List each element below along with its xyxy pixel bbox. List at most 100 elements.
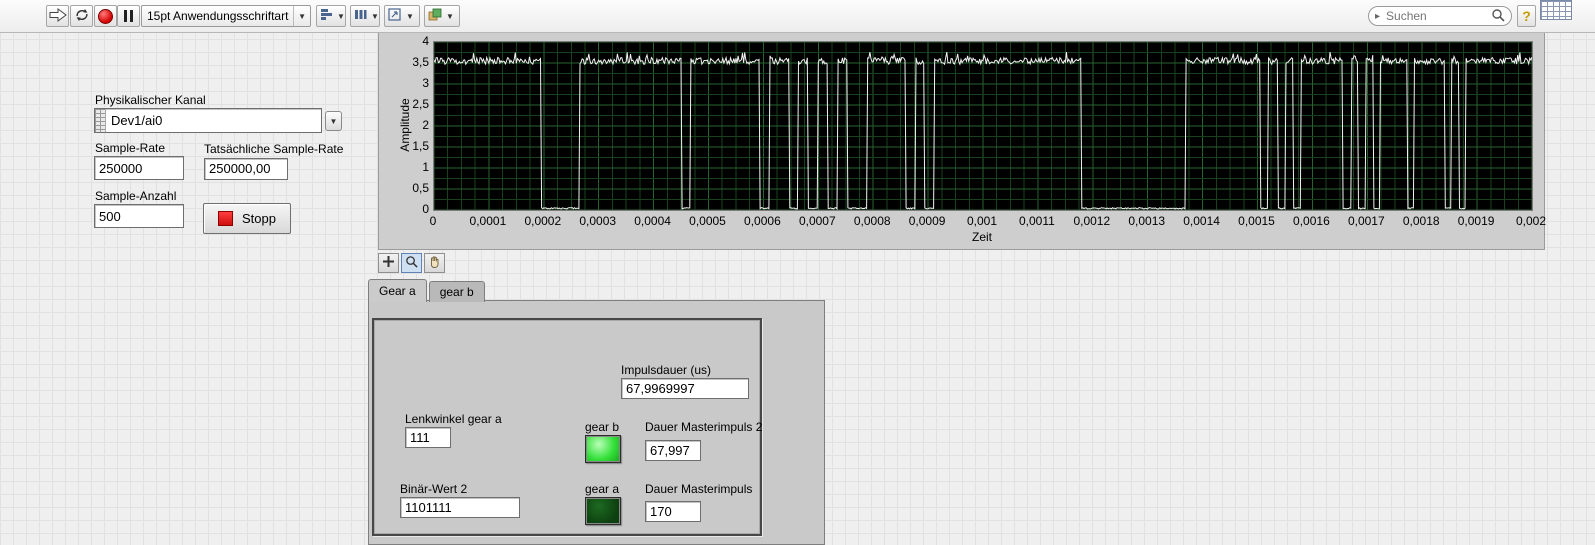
x-tick-label: 0,0016 <box>1293 214 1330 228</box>
reorder-objects-icon <box>428 8 442 24</box>
pan-hand-tool-button[interactable] <box>424 253 445 273</box>
alignment-grid-icon[interactable] <box>1540 0 1572 20</box>
pause-button[interactable] <box>117 5 140 27</box>
physical-channel-input[interactable] <box>94 108 322 133</box>
chevron-down-icon: ▼ <box>371 11 379 21</box>
physical-channel-combo <box>94 108 322 133</box>
labview-front-panel: 15pt Anwendungsschriftart ▼ ▼ ▼ ▼ ▼ ▸ Su… <box>0 0 1595 545</box>
physical-channel-dropdown-button[interactable]: ▼ <box>325 111 342 131</box>
sample-count-label: Sample-Anzahl <box>95 189 177 203</box>
x-tick-label: 0,0004 <box>634 214 671 228</box>
y-tick-label: 3 <box>422 76 429 90</box>
resize-objects-icon <box>388 8 402 24</box>
run-arrow-icon <box>49 7 67 25</box>
x-tick-label: 0,0007 <box>798 214 836 228</box>
x-tick-label: 0,001 <box>966 214 998 228</box>
y-tick-label: 0,5 <box>412 181 429 195</box>
actual-sample-rate-indicator: 250000,00 <box>204 158 288 180</box>
abort-button[interactable] <box>94 5 117 27</box>
search-input[interactable] <box>1384 8 1487 24</box>
reorder-objects-dropdown[interactable]: ▼ <box>424 5 460 27</box>
x-tick-label: 0 <box>429 214 437 228</box>
search-icon[interactable] <box>1491 8 1505 25</box>
x-tick-label: 0,0015 <box>1238 214 1275 228</box>
tab-gear-b[interactable]: gear b <box>428 281 485 302</box>
stop-button-label: Stopp <box>242 211 276 226</box>
zoom-tool-button[interactable] <box>401 253 422 273</box>
run-continuously-button[interactable] <box>70 5 93 27</box>
hand-icon <box>429 255 441 271</box>
chevron-down-icon: ▼ <box>337 11 345 21</box>
search-box: ▸ <box>1368 6 1512 26</box>
y-tick-label: 1 <box>422 160 429 174</box>
gear-a-led-label: gear a <box>585 482 620 496</box>
waveform-graph: Amplitude 0 0,5 1 1,5 2 2,5 3 3,5 4 0 0,0001 0,000… <box>378 26 1546 250</box>
lenkwinkel-gear-a-label: Lenkwinkel gear a <box>405 412 502 426</box>
y-tick-label: 4 <box>422 34 429 48</box>
tab-strip: Gear a gear b <box>368 279 487 302</box>
actual-sample-rate-label: Tatsächliche Sample-Rate <box>204 142 344 156</box>
chevron-down-icon: ▼ <box>293 6 310 26</box>
align-objects-dropdown[interactable]: ▼ <box>316 5 346 27</box>
graph-palette <box>378 253 445 273</box>
tab-page-gear-a: Impulsdauer (us) 67,9969997 Lenkwinkel g… <box>368 300 825 545</box>
align-objects-icon <box>320 8 333 24</box>
tab-gear-a[interactable]: Gear a <box>368 279 427 302</box>
dauer-masterimpuls-2-indicator: 67,997 <box>645 440 701 461</box>
x-tick-label: 0,0002 <box>524 214 562 228</box>
waveform-trace <box>434 42 1532 210</box>
y-tick-label: 1,5 <box>412 139 429 153</box>
x-tick-label: 0,0011 <box>1018 214 1055 228</box>
io-channel-icon <box>95 109 106 132</box>
physical-channel-label: Physikalischer Kanal <box>95 93 206 107</box>
x-tick-label: 0,0018 <box>1402 214 1440 228</box>
cursor-move-tool-button[interactable] <box>378 253 399 273</box>
x-tick-label: 0,0013 <box>1128 214 1166 228</box>
y-tick-label: 2 <box>422 118 429 132</box>
toolbar: 15pt Anwendungsschriftart ▼ ▼ ▼ ▼ ▼ ▸ Su… <box>0 0 1595 33</box>
x-tick-label: 0,0014 <box>1183 214 1220 228</box>
impulsdauer-label: Impulsdauer (us) <box>621 363 712 377</box>
chevron-down-icon: ▼ <box>329 116 338 126</box>
binaer-wert-2-indicator: 1101111 <box>400 497 520 518</box>
lenkwinkel-gear-a-indicator: 111 <box>405 427 451 448</box>
sample-rate-label: Sample-Rate <box>95 141 166 155</box>
y-tick-label: 3,5 <box>412 55 429 69</box>
search-history-icon: ▸ <box>1375 10 1381 22</box>
x-tick-label: 0,0008 <box>853 214 891 228</box>
chevron-down-icon: ▼ <box>446 11 454 21</box>
x-axis-label: Zeit <box>971 230 993 244</box>
y-tick-label: 0 <box>422 202 429 216</box>
help-button[interactable]: ? <box>1517 5 1536 27</box>
x-tick-label: 0,0012 <box>1073 214 1111 228</box>
gear-b-led-label: gear b <box>585 420 620 434</box>
dauer-masterimpuls-2-label: Dauer Masterimpuls 2 <box>645 420 763 434</box>
x-tick-label: 0,0019 <box>1457 214 1495 228</box>
font-selector[interactable]: 15pt Anwendungsschriftart ▼ <box>141 5 311 27</box>
tab-gear-b-label: gear b <box>439 285 474 299</box>
font-selector-value: 15pt Anwendungsschriftart <box>147 9 289 23</box>
stop-square-icon <box>218 211 233 226</box>
pause-icon <box>124 10 133 22</box>
gear-a-led <box>585 497 621 525</box>
plot-area[interactable] <box>433 41 1533 211</box>
distribute-objects-dropdown[interactable]: ▼ <box>350 5 380 27</box>
tab-gear-a-label: Gear a <box>379 284 416 298</box>
sample-rate-input[interactable] <box>94 156 184 180</box>
help-question-icon: ? <box>1522 8 1531 24</box>
chevron-down-icon: ▼ <box>406 11 414 21</box>
x-axis-ticks: 0 0,0001 0,0002 0,0003 0,0004 0,0005 0,0006 0,0… <box>429 214 1546 229</box>
x-tick-label: 0,0003 <box>579 214 617 228</box>
dauer-masterimpuls-indicator: 170 <box>645 501 701 522</box>
resize-objects-dropdown[interactable]: ▼ <box>384 5 420 27</box>
x-tick-label: 0,002 <box>1515 214 1547 228</box>
binaer-wert-2-label: Binär-Wert 2 <box>400 482 468 496</box>
run-button[interactable] <box>46 5 69 27</box>
y-axis-ticks: 0 0,5 1 1,5 2 2,5 3 3,5 4 <box>395 34 429 216</box>
impulsdauer-indicator: 67,9969997 <box>621 378 749 399</box>
dauer-masterimpuls-label: Dauer Masterimpuls <box>645 482 753 496</box>
stop-button[interactable]: Stopp <box>203 203 291 234</box>
x-tick-label: 0,0005 <box>689 214 726 228</box>
sample-count-input[interactable] <box>94 204 184 228</box>
run-continuously-icon <box>74 8 90 25</box>
